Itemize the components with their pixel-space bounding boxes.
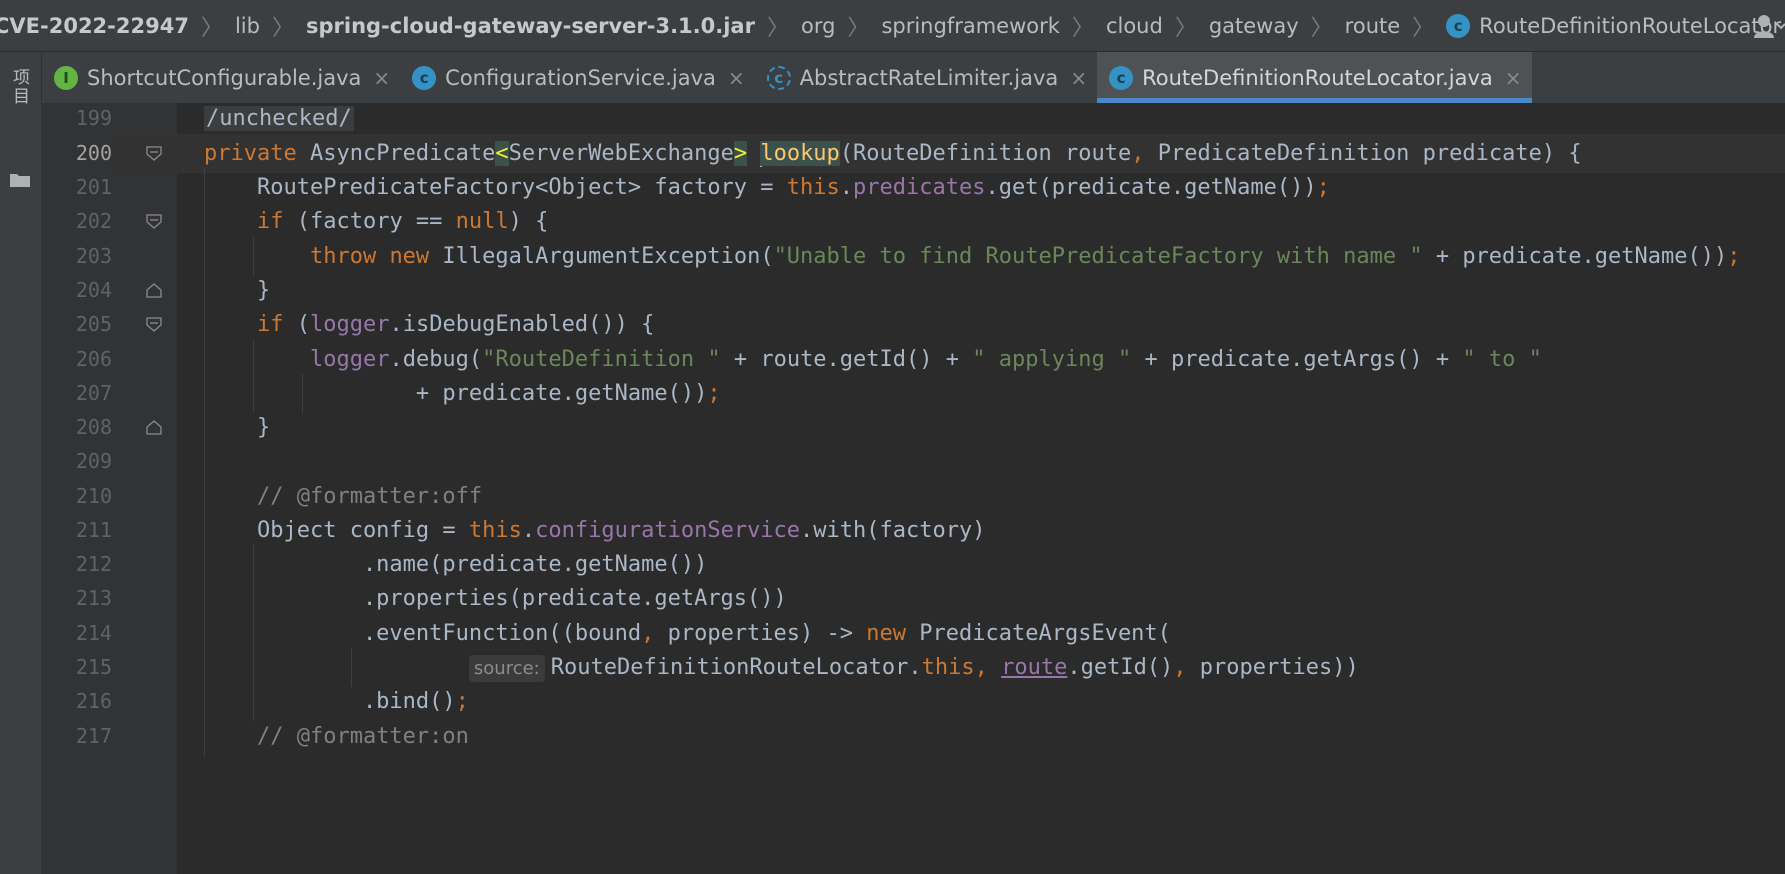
code-line: 205 if (logger.isDebugEnabled()) { <box>42 305 1785 344</box>
fold-collapse-icon[interactable] <box>146 214 162 229</box>
breadcrumb-separator: 〉 <box>200 15 223 41</box>
tab-abstractratelimiter[interactable]: c AbstractRateLimiter.java × <box>755 52 1097 103</box>
interface-icon: I <box>54 65 78 90</box>
code-text: if (factory == null) { <box>256 209 549 234</box>
breadcrumb-separator: 〉 <box>1071 15 1094 41</box>
tool-window-strip: 项目 <box>0 52 42 874</box>
abstract-class-icon: c <box>766 65 791 90</box>
code-text: .properties(predicate.getArgs()) <box>204 586 787 611</box>
user-account-icon[interactable] <box>1753 12 1785 40</box>
code-text: if (logger.isDebugEnabled()) { <box>256 312 655 337</box>
editor-tab-bar: I ShortcutConfigurable.java × c Configur… <box>42 52 1785 104</box>
breadcrumb-package-route[interactable]: route <box>1345 14 1400 38</box>
breadcrumb-lib[interactable]: lib <box>235 14 260 38</box>
code-line: 202 if (factory == null) { <box>42 202 1785 241</box>
close-icon[interactable]: × <box>1070 66 1087 90</box>
breadcrumb-separator: 〉 <box>1412 15 1435 41</box>
breadcrumb-package-cloud[interactable]: cloud <box>1106 14 1163 38</box>
code-line: 217 // @formatter:on <box>42 717 1785 756</box>
folder-icon[interactable] <box>9 172 31 188</box>
breadcrumb-separator: 〉 <box>271 15 294 41</box>
breadcrumb-class-label: RouteDefinitionRouteLocator <box>1479 13 1782 38</box>
code-text: // @formatter:on <box>256 724 469 749</box>
tab-label: AbstractRateLimiter.java <box>799 65 1059 90</box>
breadcrumb-package-gateway[interactable]: gateway <box>1209 14 1299 38</box>
parameter-hint: source: <box>468 654 545 682</box>
code-line: 216 .bind(); <box>42 682 1785 721</box>
line-number: 213 <box>75 586 112 610</box>
line-number: 205 <box>75 312 112 336</box>
breadcrumb-separator: 〉 <box>1174 15 1197 41</box>
breadcrumb-class[interactable]: c RouteDefinitionRouteLocator <box>1446 13 1782 38</box>
class-icon: c <box>412 65 437 90</box>
code-text: /unchecked/ <box>204 106 354 131</box>
close-icon[interactable]: × <box>728 66 745 90</box>
code-line: 213 .properties(predicate.getArgs()) <box>42 579 1785 618</box>
breadcrumb-package-springframework[interactable]: springframework <box>881 14 1059 38</box>
breadcrumb-jar[interactable]: spring-cloud-gateway-server-3.1.0.jar <box>306 14 755 38</box>
code-editor[interactable]: 199 /unchecked/ 200 private AsyncPredica… <box>42 103 1785 874</box>
line-number: 202 <box>75 209 112 233</box>
breadcrumb-package-org[interactable]: org <box>801 14 835 38</box>
tab-label: RouteDefinitionRouteLocator.java <box>1142 65 1493 90</box>
fold-collapse-icon[interactable] <box>146 317 162 332</box>
fold-end-icon[interactable] <box>146 420 162 435</box>
close-icon[interactable]: × <box>373 66 390 90</box>
tab-label: ShortcutConfigurable.java <box>87 65 362 90</box>
breadcrumb-project[interactable]: CVE-2022-22947 <box>0 14 189 38</box>
line-number: 217 <box>75 724 112 748</box>
fold-end-icon[interactable] <box>146 283 162 298</box>
code-line: 209 <box>42 442 1785 481</box>
code-line: 199 /unchecked/ <box>42 103 1785 138</box>
breadcrumb-separator: 〉 <box>766 15 789 41</box>
tab-label: ConfigurationService.java <box>445 65 716 90</box>
code-text: .bind(); <box>204 689 469 714</box>
line-number: 209 <box>75 449 112 473</box>
breadcrumb-separator: 〉 <box>1310 15 1333 41</box>
tab-routedefinitionroutelocator[interactable]: c RouteDefinitionRouteLocator.java × <box>1097 52 1532 103</box>
project-tool-window-button[interactable]: 项目 <box>9 68 32 106</box>
close-icon[interactable]: × <box>1505 66 1522 90</box>
tab-configurationservice[interactable]: c ConfigurationService.java × <box>400 52 754 103</box>
line-number: 199 <box>75 106 112 130</box>
indent-guide <box>204 442 205 481</box>
breadcrumb-separator: 〉 <box>847 15 870 41</box>
class-icon: c <box>1446 13 1471 38</box>
navigation-breadcrumb: CVE-2022-22947 〉 lib 〉 spring-cloud-gate… <box>0 0 1785 52</box>
fold-collapse-icon[interactable] <box>146 146 162 161</box>
line-number: 216 <box>75 689 112 713</box>
tab-shortcutconfigurable[interactable]: I ShortcutConfigurable.java × <box>42 52 400 103</box>
class-icon: c <box>1109 65 1134 90</box>
